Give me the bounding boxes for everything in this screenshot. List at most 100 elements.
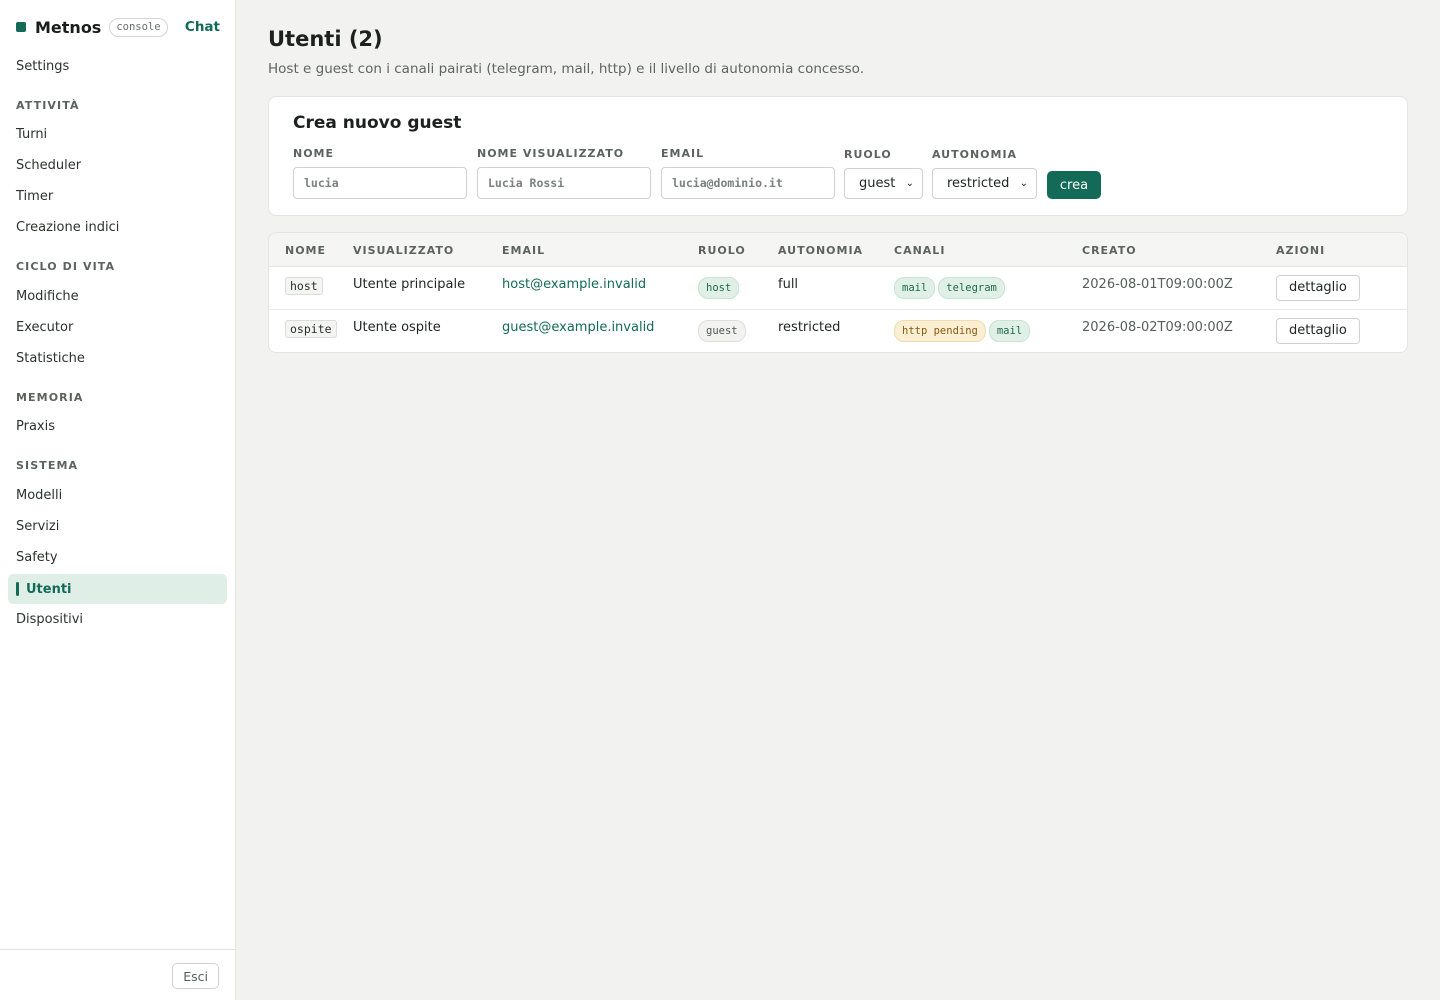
create-guest-card: Crea nuovo guest NOME NOME VISUALIZZATO … (268, 96, 1408, 216)
detail-button[interactable]: dettaglio (1276, 317, 1360, 344)
cell-azioni: dettaglio (1276, 266, 1407, 309)
page-subtitle: Host e guest con i canali pairati (teleg… (268, 61, 864, 77)
cell-creato: 2026-08-01T09:00:00Z (1082, 276, 1233, 292)
email-link[interactable]: host@example.invalid (502, 277, 646, 292)
column-header-visualizzato: VISUALIZZATO (353, 233, 502, 267)
autonomia-select[interactable]: restricted ⌄ (932, 168, 1037, 199)
section-title-memoria: MEMORIA (16, 391, 84, 404)
cell-visualizzato: Utente ospite (353, 319, 441, 335)
sidebar-item-label: Creazione indici (16, 219, 120, 235)
column-header-ruolo: RUOLO (698, 233, 778, 267)
sidebar-item-label: Modifiche (16, 288, 79, 304)
sidebar-item-scheduler[interactable]: Scheduler (8, 150, 227, 180)
column-header-email: EMAIL (502, 233, 698, 267)
brand-logo-icon (16, 22, 26, 32)
sidebar-item-label: Turni (16, 126, 48, 142)
sidebar-item-label: Settings (16, 58, 70, 74)
cell-nome: ospite (269, 309, 353, 352)
autonomia-label: AUTONOMIA (932, 148, 1018, 161)
sidebar-item-label: Dispositivi (16, 611, 83, 627)
brand-name: Metnos (35, 17, 102, 37)
brand-row: Metnos console Chat (16, 16, 220, 38)
channel-badge-http-pending: http pending (894, 319, 986, 342)
chevron-down-icon: ⌄ (1019, 178, 1028, 189)
sidebar-item-label: Executor (16, 319, 74, 335)
chevron-down-icon: ⌄ (905, 178, 914, 189)
cell-autonomia: restricted (778, 319, 841, 335)
chat-link[interactable]: Chat (185, 19, 220, 35)
sidebar-item-label: Statistiche (16, 350, 85, 366)
channel-badge-telegram: telegram (938, 276, 1005, 299)
create-guest-title: Crea nuovo guest (293, 113, 462, 133)
column-header-creato: CREATO (1082, 233, 1276, 267)
cell-autonomia: full (778, 276, 799, 292)
channel-badge-mail: mail (988, 319, 1031, 342)
cell-ruolo: host (698, 266, 778, 309)
sidebar-item-label: Safety (16, 549, 58, 565)
sidebar-item-modifiche[interactable]: Modifiche (8, 281, 227, 311)
column-header-canali: CANALI (894, 233, 1082, 267)
email-link[interactable]: guest@example.invalid (502, 320, 654, 335)
cell-email: host@example.invalid (502, 266, 698, 309)
table-row: host Utente principale host@example.inva… (269, 266, 1407, 309)
users-table: NOME VISUALIZZATO EMAIL RUOLO AUTONOMIA … (269, 233, 1407, 352)
ruolo-label: RUOLO (844, 148, 892, 161)
user-id-chip: host (285, 276, 323, 295)
sidebar-item-label: Scheduler (16, 157, 82, 173)
nome-visualizzato-label: NOME VISUALIZZATO (477, 147, 625, 160)
ruolo-select[interactable]: guest ⌄ (844, 168, 923, 199)
sidebar-item-settings[interactable]: Settings (8, 51, 227, 81)
nome-visualizzato-input[interactable] (477, 167, 651, 199)
sidebar-item-turni[interactable]: Turni (8, 119, 227, 149)
section-title-ciclo-di-vita: CICLO DI VITA (16, 260, 116, 273)
sidebar-item-praxis[interactable]: Praxis (8, 411, 227, 441)
nome-input[interactable] (293, 167, 467, 199)
cell-azioni: dettaglio (1276, 309, 1407, 352)
detail-button[interactable]: dettaglio (1276, 274, 1360, 301)
sidebar-item-utenti[interactable]: Utenti (8, 574, 227, 604)
console-badge: console (109, 17, 168, 37)
sidebar-item-label: Modelli (16, 487, 63, 503)
column-header-azioni: AZIONI (1276, 233, 1407, 267)
sidebar-footer: Esci (0, 949, 235, 1000)
role-badge: guest (698, 319, 746, 342)
column-header-autonomia: AUTONOMIA (778, 233, 894, 267)
section-title-sistema: SISTEMA (16, 459, 79, 472)
cell-nome: host (269, 266, 353, 309)
sidebar-item-dispositivi[interactable]: Dispositivi (8, 604, 227, 634)
sidebar: Metnos console Chat Settings ATTIVITÀ Tu… (0, 0, 236, 1000)
cell-email: guest@example.invalid (502, 309, 698, 352)
role-badge: host (698, 276, 740, 299)
sidebar-item-executor[interactable]: Executor (8, 312, 227, 342)
cell-canali: http pending mail (894, 309, 1082, 352)
sidebar-item-label: Timer (16, 188, 54, 204)
cell-visualizzato: Utente principale (353, 276, 466, 292)
sidebar-item-timer[interactable]: Timer (8, 181, 227, 211)
autonomia-select-value: restricted (947, 176, 1010, 191)
email-input[interactable] (661, 167, 835, 199)
page-title: Utenti (2) (268, 27, 383, 51)
ruolo-select-value: guest (859, 176, 896, 191)
active-indicator (16, 582, 19, 596)
create-button[interactable]: crea (1047, 171, 1101, 199)
sidebar-item-modelli[interactable]: Modelli (8, 480, 227, 510)
sidebar-item-safety[interactable]: Safety (8, 542, 227, 572)
cell-ruolo: guest (698, 309, 778, 352)
sidebar-item-label: Utenti (26, 581, 72, 597)
column-header-nome: NOME (269, 233, 353, 267)
sidebar-item-label: Praxis (16, 418, 55, 434)
sidebar-item-statistiche[interactable]: Statistiche (8, 343, 227, 373)
users-table-card: NOME VISUALIZZATO EMAIL RUOLO AUTONOMIA … (268, 232, 1408, 353)
channel-badge-mail: mail (894, 276, 936, 299)
logout-button[interactable]: Esci (172, 963, 219, 989)
table-row: ospite Utente ospite guest@example.inval… (269, 309, 1407, 352)
table-header-row: NOME VISUALIZZATO EMAIL RUOLO AUTONOMIA … (269, 233, 1407, 267)
cell-canali: mail telegram (894, 266, 1082, 309)
sidebar-item-label: Servizi (16, 518, 60, 534)
nome-label: NOME (293, 147, 335, 160)
sidebar-item-servizi[interactable]: Servizi (8, 511, 227, 541)
user-id-chip: ospite (285, 319, 337, 338)
sidebar-item-creazione-indici[interactable]: Creazione indici (8, 212, 227, 242)
section-title-attivita: ATTIVITÀ (16, 99, 80, 112)
email-label: EMAIL (661, 147, 705, 160)
